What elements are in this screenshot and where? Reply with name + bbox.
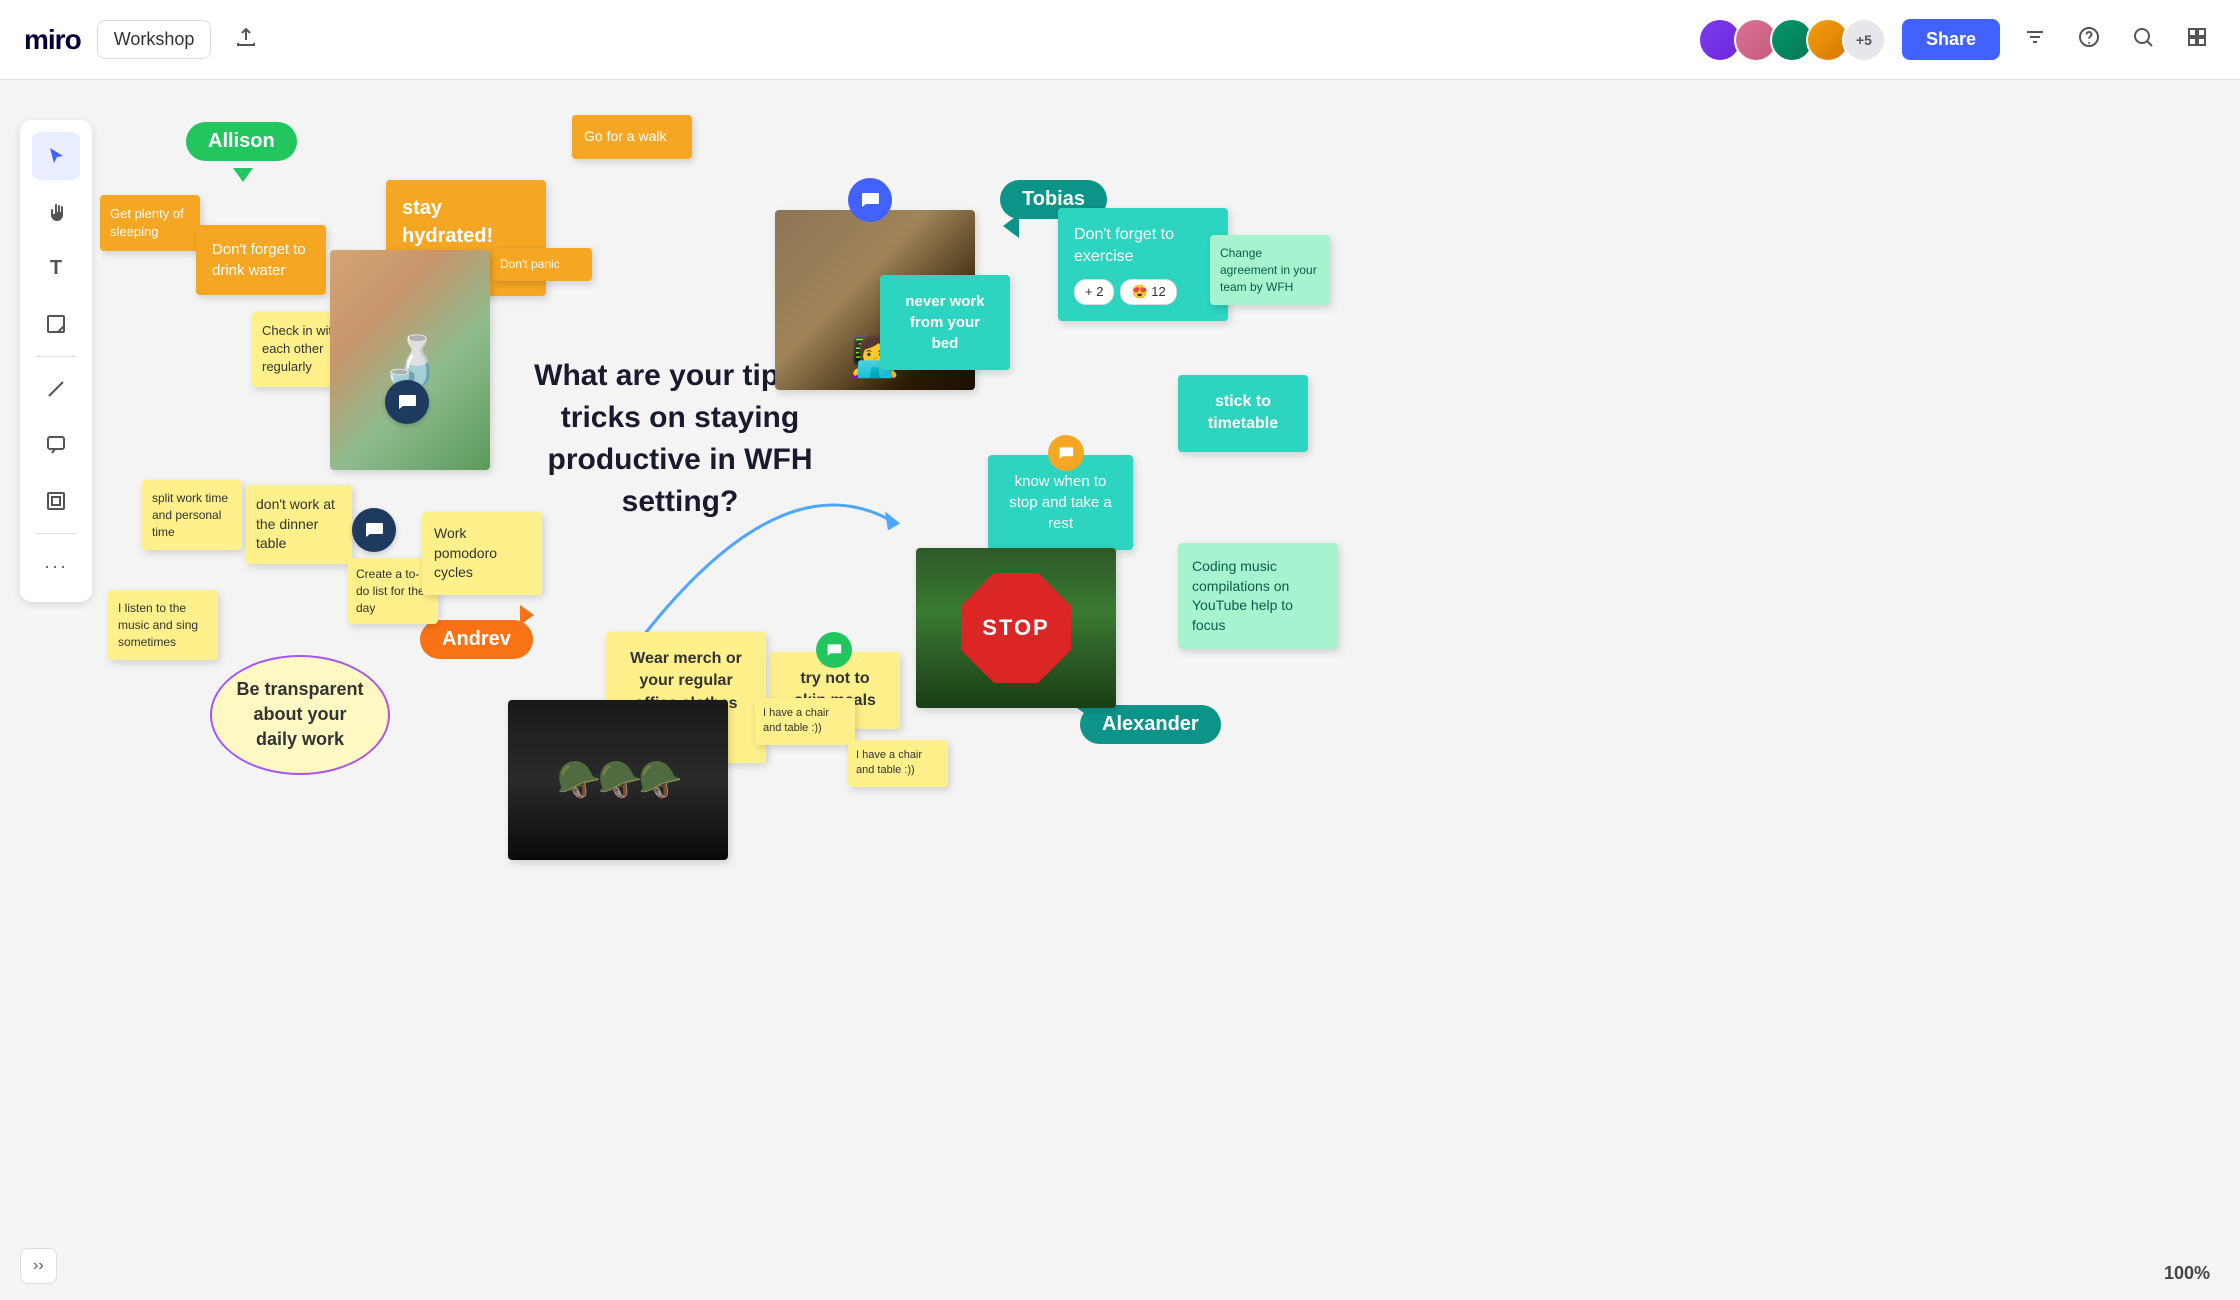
comment-photo-water[interactable] (385, 380, 429, 424)
sticky-change-agreement: Change agreement in your team by WFH (1210, 235, 1330, 305)
photo-troopers: 🪖🪖🪖 (508, 700, 728, 860)
sticky-timetable: stick to timetable (1178, 375, 1308, 452)
share-button[interactable]: Share (1902, 19, 2000, 60)
allison-label: Allison (186, 122, 297, 161)
photo-stop: STOP (916, 548, 1116, 708)
sticky-chair-1: I have a chair and table :)) (755, 698, 855, 745)
toolbar-divider (36, 356, 76, 357)
sticky-split-work: split work time and personal time (142, 480, 242, 550)
filters-button[interactable] (2016, 18, 2054, 62)
allison-cursor (233, 168, 253, 182)
sticky-chair-2: I have a chair and table :)) (848, 740, 948, 787)
select-tool[interactable] (32, 132, 80, 180)
sticky-music: I listen to the music and sing sometimes (108, 590, 218, 660)
avatar-group: +5 (1706, 18, 1886, 62)
more-users-badge: +5 (1842, 18, 1886, 62)
sticky-tool[interactable] (32, 300, 80, 348)
search-button[interactable] (2124, 18, 2162, 62)
sticky-coding-music: Coding music compilations on YouTube hel… (1178, 543, 1338, 649)
alexander-label: Alexander (1080, 705, 1221, 744)
more-tools[interactable]: ··· (32, 542, 80, 590)
board-button[interactable] (2178, 18, 2216, 62)
reaction-heart12: 😍 12 (1120, 279, 1176, 305)
comment-pomodoro[interactable] (352, 508, 396, 552)
toolbar: T ··· (20, 120, 92, 602)
sticky-no-bed: never work from your bed (880, 275, 1010, 370)
tobias-cursor (1003, 214, 1019, 238)
line-tool[interactable] (32, 365, 80, 413)
andrev-label: Andrev (420, 620, 533, 659)
sticky-transparent: Be transparent about your daily work (210, 655, 390, 775)
comment-tool[interactable] (32, 421, 80, 469)
sticky-drink-water: Don't forget to drink water (196, 225, 326, 295)
toolbar-divider-2 (36, 533, 76, 534)
stop-sign: STOP (961, 573, 1071, 683)
sticky-exercise: Don't forget to exercise + 2 😍 12 (1058, 208, 1228, 321)
sticky-go-walk: Go for a walk (572, 115, 692, 159)
text-tool[interactable]: T (32, 244, 80, 292)
header-right: +5 Share (1706, 18, 2216, 62)
sticky-get-plenty: Get plenty of sleeping (100, 195, 200, 251)
canvas[interactable]: Allison Tobias Andrev Alexander Get plen… (0, 80, 2240, 1300)
sticky-pomodoro: Work pomodoro cycles (422, 512, 542, 595)
andrev-cursor (520, 605, 534, 625)
hand-tool[interactable] (32, 188, 80, 236)
photo-water: 🍶 (330, 250, 490, 470)
frame-tool[interactable] (32, 477, 80, 525)
workshop-button[interactable]: Workshop (97, 20, 212, 59)
upload-button[interactable] (227, 18, 265, 62)
sticky-know-stop: know when to stop and take a rest (988, 455, 1133, 550)
comment-top (848, 178, 892, 222)
logo: miro (24, 24, 81, 56)
sticky-no-dinner: don't work at the dinner table (246, 485, 352, 564)
sticky-dont-panic: Don't panic (492, 248, 592, 281)
zoom-level: 100% (2164, 1263, 2210, 1284)
reaction-plus2: + 2 (1074, 279, 1114, 305)
help-button[interactable] (2070, 18, 2108, 62)
header: miro Workshop +5 Share (0, 0, 2240, 80)
expand-button[interactable]: ›› (20, 1248, 57, 1284)
